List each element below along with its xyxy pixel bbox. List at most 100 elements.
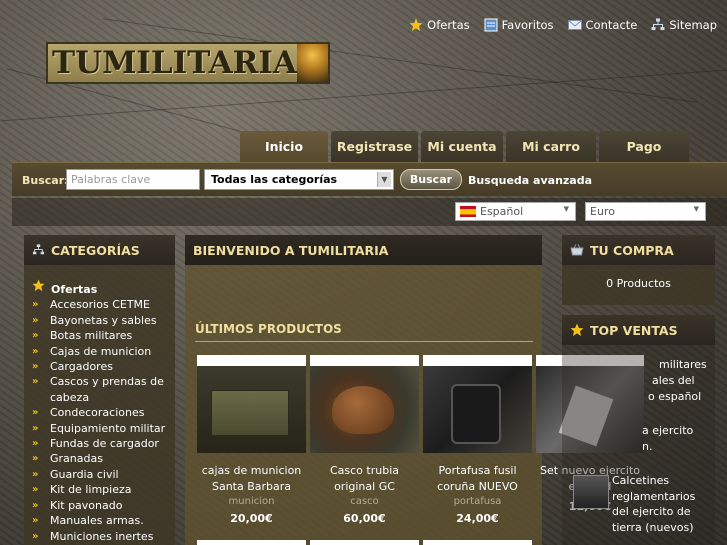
top-sale-name[interactable]: Calcetines reglamentarios del ejercito d… — [612, 473, 712, 535]
category-label: Municiones inertes — [50, 529, 154, 543]
category-item[interactable]: » Cargadores — [32, 359, 182, 374]
category-item[interactable]: » Accesorios CETME — [32, 297, 182, 312]
chevron-down-icon: ▼ — [693, 205, 699, 213]
logo-text: TUMILITARIA — [52, 45, 297, 81]
product-price: 60,00€ — [343, 512, 386, 525]
product-row-next — [310, 540, 419, 545]
bookmark-icon — [484, 18, 498, 32]
category-select[interactable]: Todas las categorías ▼ — [204, 169, 394, 190]
double-chevron-icon: » — [32, 361, 39, 373]
category-item[interactable]: » Municiones inertes — [32, 529, 182, 544]
product-price: 24,00€ — [456, 512, 499, 525]
ammo-box-shape — [211, 390, 289, 436]
product-image-helmet — [310, 355, 419, 453]
currency-select[interactable]: Euro ▼ — [585, 202, 706, 221]
top-sale-thumb-socks[interactable] — [573, 475, 609, 509]
category-item-ofertas[interactable]: Ofertas — [32, 279, 182, 297]
top-link-sitemap[interactable]: Sitemap — [651, 18, 717, 32]
tab-mi-cuenta[interactable]: Mi cuenta — [421, 131, 503, 162]
chevron-down-icon: ▼ — [563, 205, 569, 213]
sitemap-icon — [651, 18, 665, 30]
top-sale-text[interactable]: ales del — [652, 373, 695, 389]
search-bar: Buscar: Todas las categorías ▼ Buscar Bu… — [12, 162, 727, 196]
tab-mi-carro[interactable]: Mi carro — [506, 131, 596, 162]
locale-bar: Español ▼ Euro ▼ — [12, 198, 727, 226]
product-category: casco — [350, 496, 379, 507]
category-item[interactable]: » Fundas de cargador — [32, 436, 182, 451]
double-chevron-icon: » — [32, 314, 39, 326]
category-item[interactable]: » Cajas de municion — [32, 344, 182, 359]
top-sale-text[interactable]: n. — [642, 439, 652, 455]
category-label: Manuales armas. — [50, 514, 144, 528]
cart-panel: TU COMPRA 0 Productos — [562, 235, 715, 305]
product-card[interactable]: Portafusa fusil coruña NUEVO portafusa 2… — [423, 355, 532, 525]
category-label: Bayonetas y sables — [50, 313, 157, 327]
category-label: Cargadores — [50, 360, 113, 374]
category-item[interactable]: » Kit pavonado — [32, 498, 182, 513]
category-item[interactable]: » Bayonetas y sables — [32, 313, 182, 328]
category-label: Kit de limpieza — [50, 483, 132, 497]
language-value: Español — [480, 205, 524, 218]
top-sale-text[interactable]: militares — [659, 357, 707, 373]
double-chevron-icon: » — [32, 468, 39, 480]
category-item[interactable]: » Kit de limpieza — [32, 482, 182, 497]
top-link-label: Sitemap — [669, 18, 717, 32]
double-chevron-icon: » — [32, 484, 39, 496]
product-image-bayonet-frog — [423, 355, 532, 453]
star-icon — [32, 279, 45, 292]
category-label: Kit pavonado — [50, 498, 123, 512]
search-label: Buscar: — [22, 174, 69, 187]
category-label: Granadas — [50, 452, 103, 466]
category-label: Fundas de cargador — [50, 437, 159, 451]
category-item[interactable]: » Guardia civil — [32, 467, 182, 482]
top-sale-text[interactable]: o español — [648, 389, 701, 405]
category-label: Guardia civil — [50, 467, 119, 481]
envelope-icon — [567, 20, 582, 30]
page: Ofertas Favoritos Contacte Sitemap TUMIL… — [0, 0, 727, 545]
cart-header: TU COMPRA — [562, 235, 715, 265]
top-link-label: Favoritos — [501, 18, 554, 32]
categories-panel: CATEGORÍAS Ofertas » Accesorios CETME » Ba… — [24, 235, 175, 545]
category-item[interactable]: » Botas militares — [32, 328, 182, 343]
language-select[interactable]: Español ▼ — [455, 202, 576, 221]
cart-title: TU COMPRA — [590, 242, 674, 258]
tab-registrase[interactable]: Registrase — [331, 131, 418, 162]
category-item[interactable]: » Condecoraciones — [32, 405, 182, 420]
product-category: municion — [228, 496, 275, 507]
search-button[interactable]: Buscar — [400, 169, 462, 190]
cart-count[interactable]: 0 Productos — [562, 277, 715, 290]
product-name: Portafusa fusil coruña NUEVO — [437, 464, 518, 493]
top-link-favoritos[interactable]: Favoritos — [484, 18, 554, 32]
tab-pago[interactable]: Pago — [599, 131, 689, 162]
double-chevron-icon: » — [32, 376, 39, 388]
category-item[interactable]: » Cascos y prendas de cabeza — [32, 374, 182, 405]
product-price: 20,00€ — [230, 512, 273, 525]
top-sales-header: TOP VENTAS — [562, 315, 715, 345]
double-chevron-icon: » — [32, 422, 39, 434]
double-chevron-icon: » — [32, 299, 39, 311]
search-input[interactable] — [66, 169, 200, 190]
product-name: cajas de municion Santa Barbara — [201, 464, 302, 493]
double-chevron-icon: » — [32, 530, 39, 542]
product-card[interactable]: Casco trubia original GC casco 60,00€ — [310, 355, 419, 525]
site-logo[interactable]: TUMILITARIA — [46, 42, 330, 84]
categories-title: CATEGORÍAS — [51, 242, 140, 258]
product-row-next — [423, 540, 532, 545]
double-chevron-icon: » — [32, 515, 39, 527]
top-sale-text[interactable]: a ejercito — [642, 423, 693, 439]
main-content: BIENVENIDO A TUMILITARIA ÚLTIMOS PRODUCT… — [185, 235, 644, 545]
category-item[interactable]: » Granadas — [32, 451, 182, 466]
double-chevron-icon: » — [32, 330, 39, 342]
top-link-ofertas[interactable]: Ofertas — [409, 18, 470, 32]
latest-products-title: ÚLTIMOS PRODUCTOS — [195, 322, 342, 336]
category-item[interactable]: » Manuales armas. — [32, 513, 182, 528]
top-link-contacte[interactable]: Contacte — [567, 18, 638, 32]
category-label: Ofertas — [51, 283, 98, 296]
top-link-label: Contacte — [585, 18, 638, 32]
category-item[interactable]: » Equipamiento militar — [32, 421, 182, 436]
tab-inicio[interactable]: Inicio — [240, 131, 328, 162]
welcome-header: BIENVENIDO A TUMILITARIA — [185, 235, 542, 265]
advanced-search-link[interactable]: Busqueda avanzada — [468, 174, 592, 187]
top-link-label: Ofertas — [427, 18, 470, 32]
product-card[interactable]: cajas de municion Santa Barbara municion… — [197, 355, 306, 525]
